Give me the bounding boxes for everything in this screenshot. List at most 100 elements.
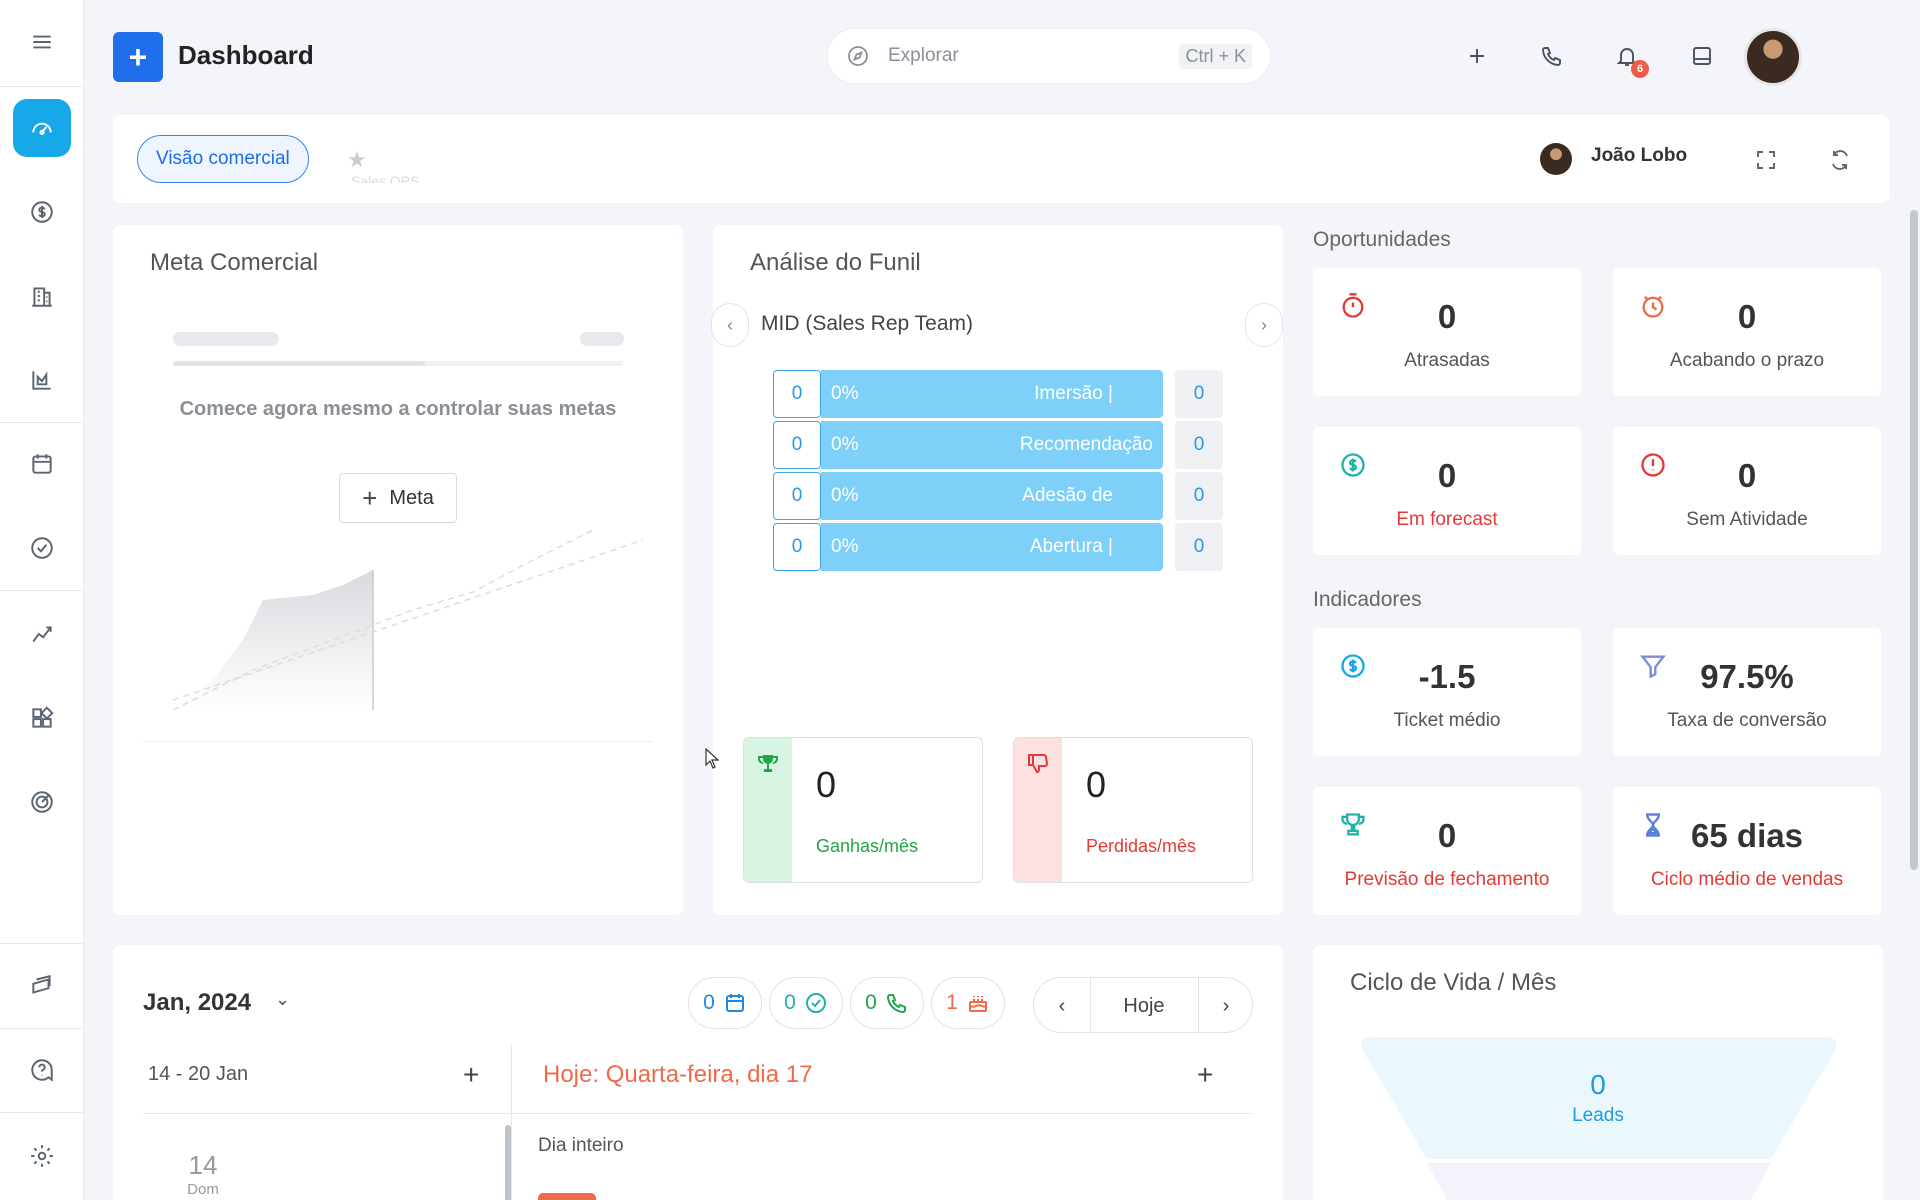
funnel-stage-bar: 0% Abertura | bbox=[821, 523, 1163, 571]
add-week-event-button[interactable]: + bbox=[463, 1059, 479, 1091]
sidebar-item-calendar[interactable] bbox=[0, 434, 84, 494]
stat-expiring[interactable]: 0 Acabando o prazo bbox=[1613, 268, 1881, 396]
sidebar-item-reports[interactable] bbox=[0, 350, 84, 410]
day-name: Dom bbox=[187, 1181, 219, 1198]
chevron-down-icon[interactable]: ⌄ bbox=[275, 989, 290, 1010]
funnel-next-button[interactable]: › bbox=[1245, 303, 1283, 347]
indicator-value: -1.5 bbox=[1418, 658, 1476, 695]
won-value: 0 bbox=[816, 764, 837, 805]
funnel-stage-count: 0 bbox=[773, 421, 821, 469]
user-name[interactable]: João Lobo bbox=[1591, 145, 1687, 167]
lost-strip bbox=[1014, 738, 1062, 882]
stat-no-activity[interactable]: 0 Sem Atividade bbox=[1613, 427, 1881, 555]
indicator-cycle[interactable]: 65 dias Ciclo médio de vendas bbox=[1613, 787, 1881, 915]
calendar-event[interactable] bbox=[538, 1193, 596, 1200]
today-button[interactable]: Hoje bbox=[1090, 978, 1198, 1034]
calendar-month[interactable]: Jan, 2024 bbox=[143, 989, 251, 1017]
day-number[interactable]: 14 bbox=[173, 1150, 233, 1181]
stat-overdue[interactable]: 0 Atrasadas bbox=[1313, 268, 1581, 396]
funnel-prev-button[interactable]: ‹ bbox=[711, 303, 749, 347]
funnel-stage-label: Imersão | bbox=[1034, 383, 1113, 404]
sidebar-divider bbox=[0, 1028, 84, 1029]
funnel-stage[interactable]: 0 0% Imersão | 0 bbox=[773, 370, 1243, 418]
notifications-button[interactable]: 6 bbox=[1607, 36, 1649, 78]
sidebar-item-tasks[interactable] bbox=[0, 518, 84, 578]
phone-button[interactable] bbox=[1532, 36, 1572, 76]
sidebar-item-dashboard[interactable] bbox=[0, 98, 84, 158]
calendar-icon bbox=[32, 454, 52, 474]
indicators-title: Indicadores bbox=[1313, 588, 1422, 611]
won-box[interactable]: 0 Ganhas/mês bbox=[743, 737, 983, 883]
chevron-right-icon: › bbox=[1261, 314, 1267, 335]
indicator-value: 97.5% bbox=[1700, 658, 1794, 695]
birthdays-count: 1 bbox=[946, 991, 958, 1014]
view-chip-faded[interactable]: Sales OPS bbox=[351, 173, 419, 183]
events-counter[interactable]: 0 bbox=[688, 977, 762, 1029]
calendar-prev-button[interactable]: ‹ bbox=[1034, 978, 1090, 1034]
meta-placeholder-chart bbox=[173, 530, 643, 710]
sidebar-item-goals[interactable] bbox=[0, 772, 84, 832]
layers-icon bbox=[32, 975, 51, 994]
meta-title: Meta Comercial bbox=[150, 249, 319, 276]
funnel-stage-count: 0 bbox=[773, 472, 821, 520]
calendar-next-button[interactable]: › bbox=[1198, 978, 1254, 1034]
filter-bar: Visão comercial ★ Sales OPS João Lobo bbox=[113, 115, 1890, 203]
inbox-button[interactable] bbox=[1682, 36, 1722, 76]
skeleton-line bbox=[580, 332, 624, 346]
star-icon[interactable]: ★ bbox=[347, 147, 367, 173]
building-icon bbox=[32, 287, 52, 307]
add-meta-button[interactable]: + Meta bbox=[339, 473, 457, 523]
page-scrollbar[interactable] bbox=[1910, 210, 1918, 870]
events-count: 0 bbox=[703, 991, 715, 1014]
opportunities-title: Oportunidades bbox=[1313, 228, 1451, 251]
refresh-button[interactable] bbox=[1825, 145, 1855, 175]
sidebar-item-help[interactable] bbox=[0, 1040, 84, 1100]
sidebar-item-training[interactable] bbox=[0, 956, 84, 1016]
quick-add-button[interactable] bbox=[1457, 36, 1497, 76]
won-strip bbox=[744, 738, 792, 882]
menu-icon[interactable] bbox=[0, 12, 84, 72]
sidebar-item-settings[interactable] bbox=[0, 1126, 84, 1186]
sidebar-item-trends[interactable] bbox=[0, 604, 84, 664]
widgets-icon bbox=[32, 706, 54, 728]
tasks-counter[interactable]: 0 bbox=[769, 977, 843, 1029]
chevron-left-icon: ‹ bbox=[1058, 994, 1066, 1017]
calendar-scrollbar[interactable] bbox=[505, 1125, 511, 1200]
stat-label: Sem Atividade bbox=[1686, 509, 1808, 530]
stat-value: 0 bbox=[1437, 298, 1457, 335]
stat-forecast[interactable]: 0 Em forecast bbox=[1313, 427, 1581, 555]
indicator-ticket[interactable]: -1.5 Ticket médio bbox=[1313, 628, 1581, 756]
search-input[interactable]: Explorar Ctrl + K bbox=[827, 28, 1271, 84]
calls-counter[interactable]: 0 bbox=[850, 977, 924, 1029]
help-icon bbox=[31, 1059, 53, 1082]
funnel-stage[interactable]: 0 0% Abertura | 0 bbox=[773, 523, 1243, 571]
funnel-stage[interactable]: 0 0% Recomendação 0 bbox=[773, 421, 1243, 469]
avatar[interactable] bbox=[1744, 28, 1802, 86]
sidebar-item-finance[interactable] bbox=[0, 182, 84, 242]
sidebar-item-widgets[interactable] bbox=[0, 688, 84, 748]
funnel-stage-bar: 0% Adesão de bbox=[821, 472, 1163, 520]
funnel-stage-right: 0 bbox=[1175, 421, 1223, 469]
view-chip[interactable]: Visão comercial bbox=[137, 135, 309, 183]
lifecycle-card: Ciclo de Vida / Mês 0 Leads bbox=[1313, 945, 1883, 1200]
funnel-stage-pct: 0% bbox=[831, 383, 859, 404]
funnel-stage-right: 0 bbox=[1175, 472, 1223, 520]
indicator-forecast[interactable]: 0 Previsão de fechamento bbox=[1313, 787, 1581, 915]
search-placeholder: Explorar bbox=[888, 45, 959, 66]
funnel-stage[interactable]: 0 0% Adesão de 0 bbox=[773, 472, 1243, 520]
fullscreen-button[interactable] bbox=[1751, 145, 1781, 175]
add-button[interactable]: + bbox=[113, 32, 163, 82]
indicator-conversion[interactable]: 97.5% Taxa de conversão bbox=[1613, 628, 1881, 756]
add-day-event-button[interactable]: + bbox=[1197, 1059, 1213, 1091]
compass-icon bbox=[848, 46, 868, 66]
funnel-stage-right: 0 bbox=[1175, 523, 1223, 571]
birthdays-counter[interactable]: 1 bbox=[931, 977, 1005, 1029]
indicator-label: Ciclo médio de vendas bbox=[1650, 869, 1844, 890]
lost-box[interactable]: 0 Perdidas/mês bbox=[1013, 737, 1253, 883]
funnel-stage-label: Adesão de bbox=[1022, 485, 1113, 506]
lost-label: Perdidas/mês bbox=[1086, 836, 1197, 856]
sidebar-item-companies[interactable] bbox=[0, 266, 84, 326]
funnel-stage-bar: 0% Recomendação bbox=[821, 421, 1163, 469]
lost-value: 0 bbox=[1086, 764, 1107, 805]
calls-count: 0 bbox=[865, 991, 877, 1014]
